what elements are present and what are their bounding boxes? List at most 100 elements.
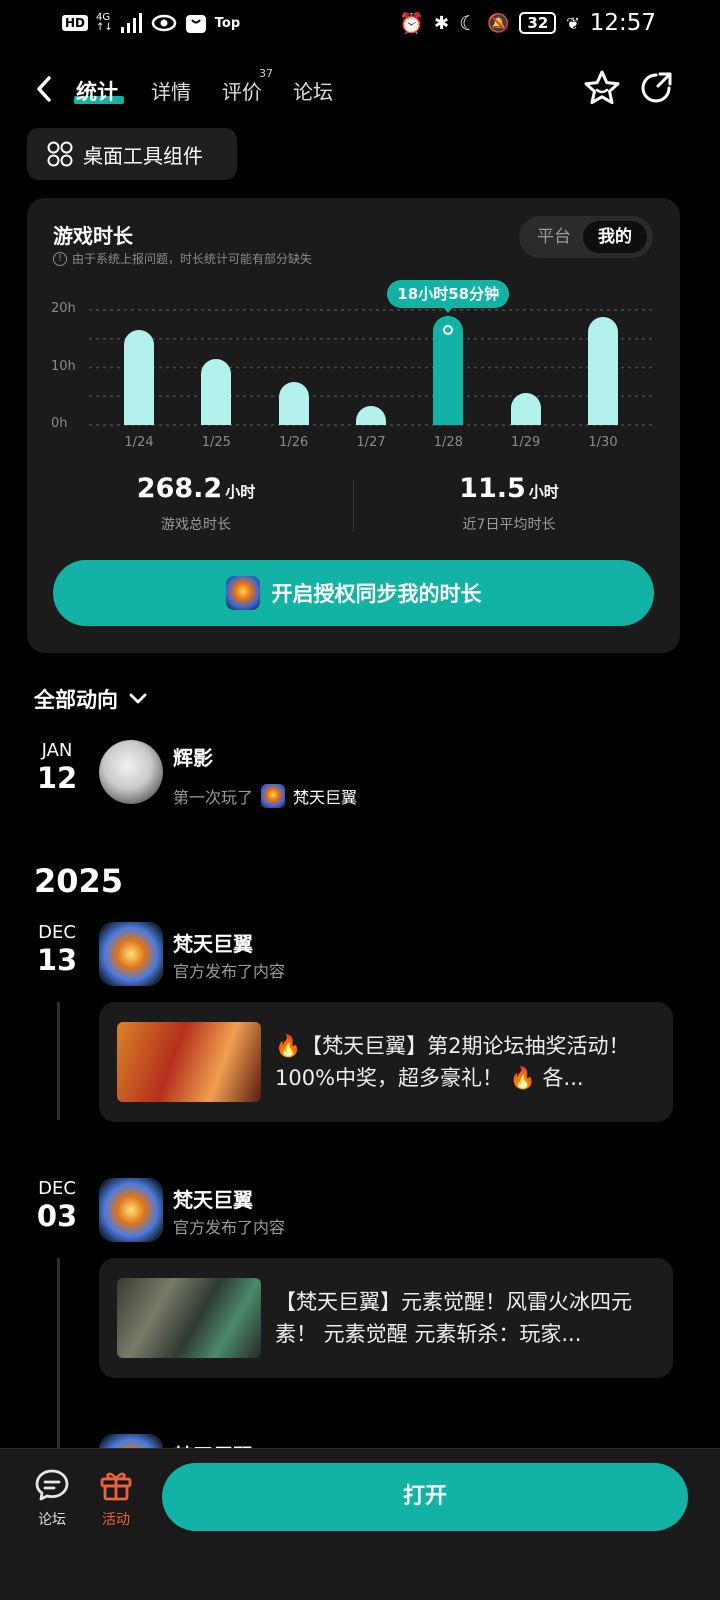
entry-desc: 第一次玩了 <box>173 788 254 807</box>
post-desc: 官方发布了内容 <box>173 962 286 981</box>
total-time-value: 268.2 <box>136 473 223 504</box>
activity-filter[interactable]: 全部动向 <box>34 684 148 714</box>
play-time-chart: 0h 10h 20h 1/24 1/25 1/26 1/27 1/28 18小时58分钟 1/29… <box>27 279 680 463</box>
open-game-button[interactable]: 打开 <box>162 1463 688 1531</box>
desktop-widget-button[interactable]: 桌面工具组件 <box>27 128 237 180</box>
timeline-line <box>57 1002 60 1120</box>
stat-divider <box>353 480 354 532</box>
clock: 12:57 <box>589 10 656 36</box>
chart-tooltip: 18小时58分钟 <box>387 279 510 313</box>
status-bar: HD 4G ↑↓ Top ⏰ ✱ ☾ 🔕 32 ❦ 12:57 <box>0 0 720 48</box>
card-title: 游戏时长 <box>53 224 133 248</box>
chart-bar[interactable] <box>510 393 541 425</box>
eye-icon <box>151 14 177 32</box>
post-thumbnail <box>117 1278 261 1358</box>
info-icon: ! <box>53 251 67 266</box>
stats-notice: ! 由于系统上报问题，时长统计可能有部分缺失 <box>53 250 312 267</box>
feed-entry-date: JAN 12 <box>29 740 85 795</box>
x-tick-label: 1/26 <box>279 435 309 450</box>
average-time-label: 近7日平均时长 <box>462 517 556 533</box>
forum-tab[interactable]: 论坛 <box>22 1467 82 1529</box>
y-tick-label: 0h <box>51 416 68 431</box>
shopping-bag-icon <box>185 15 206 33</box>
x-tick-label: 1/25 <box>201 435 231 450</box>
tab-reviews[interactable]: 评价 <box>222 76 262 105</box>
gift-icon <box>100 1472 132 1501</box>
game-avatar[interactable] <box>99 922 163 986</box>
review-count-badge: 37 <box>259 67 273 80</box>
forum-label: 论坛 <box>38 1512 66 1528</box>
post-author[interactable]: 梵天巨翼 <box>173 928 253 957</box>
signal-icon <box>120 13 142 33</box>
game-logo-icon <box>261 784 286 808</box>
total-time-label: 游戏总时长 <box>161 517 231 533</box>
network-type: 4G ↑↓ <box>96 12 113 33</box>
x-tick-label: 1/27 <box>356 435 386 450</box>
year-header: 2025 <box>34 862 124 900</box>
total-time-stat: 268.2 小时 游戏总时长 <box>46 473 346 534</box>
user-name[interactable]: 辉影 <box>173 742 213 771</box>
x-tick-label: 1/30 <box>588 435 618 450</box>
tab-stats[interactable]: 统计 <box>76 76 118 106</box>
tab-details[interactable]: 详情 <box>151 76 191 105</box>
post-text: 🔥【梵天巨翼】第2期论坛抽奖活动！100%中奖，超多豪礼！ 🔥 各... <box>275 1034 630 1090</box>
post-date: DEC 13 <box>29 922 85 977</box>
activity-label: 活动 <box>102 1512 130 1528</box>
chart-bar[interactable] <box>588 316 618 425</box>
status-left: HD 4G ↑↓ Top <box>62 12 240 34</box>
bottom-action-bar: 论坛 活动 打开 <box>0 1448 720 1600</box>
post-card[interactable]: 🔥【梵天巨翼】第2期论坛抽奖活动！100%中奖，超多豪礼！ 🔥 各... <box>99 1002 673 1122</box>
leaf-icon: ❦ <box>566 13 580 33</box>
post-day: 03 <box>36 1199 78 1233</box>
chart-bar[interactable] <box>278 381 309 425</box>
segment-mine[interactable]: 我的 <box>583 221 647 253</box>
post-month: DEC <box>38 922 76 943</box>
status-right: ⏰ ✱ ☾ 🔕 32 ❦ 12:57 <box>399 10 656 36</box>
x-tick-label: 1/28 <box>433 435 463 450</box>
back-icon[interactable] <box>32 72 56 106</box>
forum-chat-icon <box>35 1469 69 1501</box>
average-time-stat: 11.5 小时 近7日平均时长 <box>359 473 659 534</box>
avatar[interactable] <box>99 740 163 804</box>
timeline-line <box>57 1258 60 1458</box>
mute-bell-icon: 🔕 <box>487 12 510 34</box>
post-thumbnail <box>117 1022 261 1102</box>
share-icon[interactable] <box>636 68 676 108</box>
filter-label: 全部动向 <box>34 688 118 712</box>
y-tick-label: 10h <box>51 358 76 374</box>
play-time-card: 游戏时长 ! 由于系统上报问题，时长统计可能有部分缺失 平台 我的 0h 10h 2… <box>27 198 680 653</box>
battery-level: 32 <box>519 12 557 34</box>
game-avatar[interactable] <box>99 1178 163 1242</box>
notice-text: 由于系统上报问题，时长统计可能有部分缺失 <box>72 252 313 266</box>
bluetooth-icon: ✱ <box>433 12 450 34</box>
y-tick-label: 20h <box>51 301 76 316</box>
sync-time-button[interactable]: 开启授权同步我的时长 <box>53 560 654 626</box>
entry-desc-row: 第一次玩了 梵天巨翼 <box>173 784 357 808</box>
widget-button-label: 桌面工具组件 <box>83 143 203 168</box>
entry-month: JAN <box>41 740 73 761</box>
x-tick-label: 1/29 <box>511 435 541 450</box>
x-tick-label: 1/24 <box>124 435 154 450</box>
post-desc: 官方发布了内容 <box>173 1218 286 1237</box>
entry-game-link[interactable]: 梵天巨翼 <box>293 784 357 808</box>
entry-day: 12 <box>36 761 78 795</box>
average-time-unit: 小时 <box>528 483 559 501</box>
top-app-label: Top <box>214 15 241 31</box>
favorite-star-icon[interactable] <box>582 68 622 108</box>
sync-button-label: 开启授权同步我的时长 <box>271 582 482 606</box>
post-date: DEC 03 <box>29 1178 85 1233</box>
tab-forum[interactable]: 论坛 <box>293 76 333 105</box>
post-day: 13 <box>36 943 78 977</box>
moon-icon: ☾ <box>459 11 477 35</box>
chart-bar[interactable] <box>124 330 154 425</box>
grid-icon <box>47 141 73 167</box>
post-author[interactable]: 梵天巨翼 <box>173 1184 253 1213</box>
post-month: DEC <box>38 1178 76 1199</box>
segment-platform[interactable]: 平台 <box>527 221 581 253</box>
chart-bar[interactable] <box>201 358 232 425</box>
activity-tab[interactable]: 活动 <box>86 1467 146 1529</box>
post-card[interactable]: 【梵天巨翼】元素觉醒！风雷火冰四元素！ 元素觉醒 元素斩杀：玩家... <box>99 1258 673 1378</box>
total-time-unit: 小时 <box>225 483 256 501</box>
source-segment: 平台 我的 <box>519 216 653 258</box>
alarm-icon: ⏰ <box>399 11 424 35</box>
